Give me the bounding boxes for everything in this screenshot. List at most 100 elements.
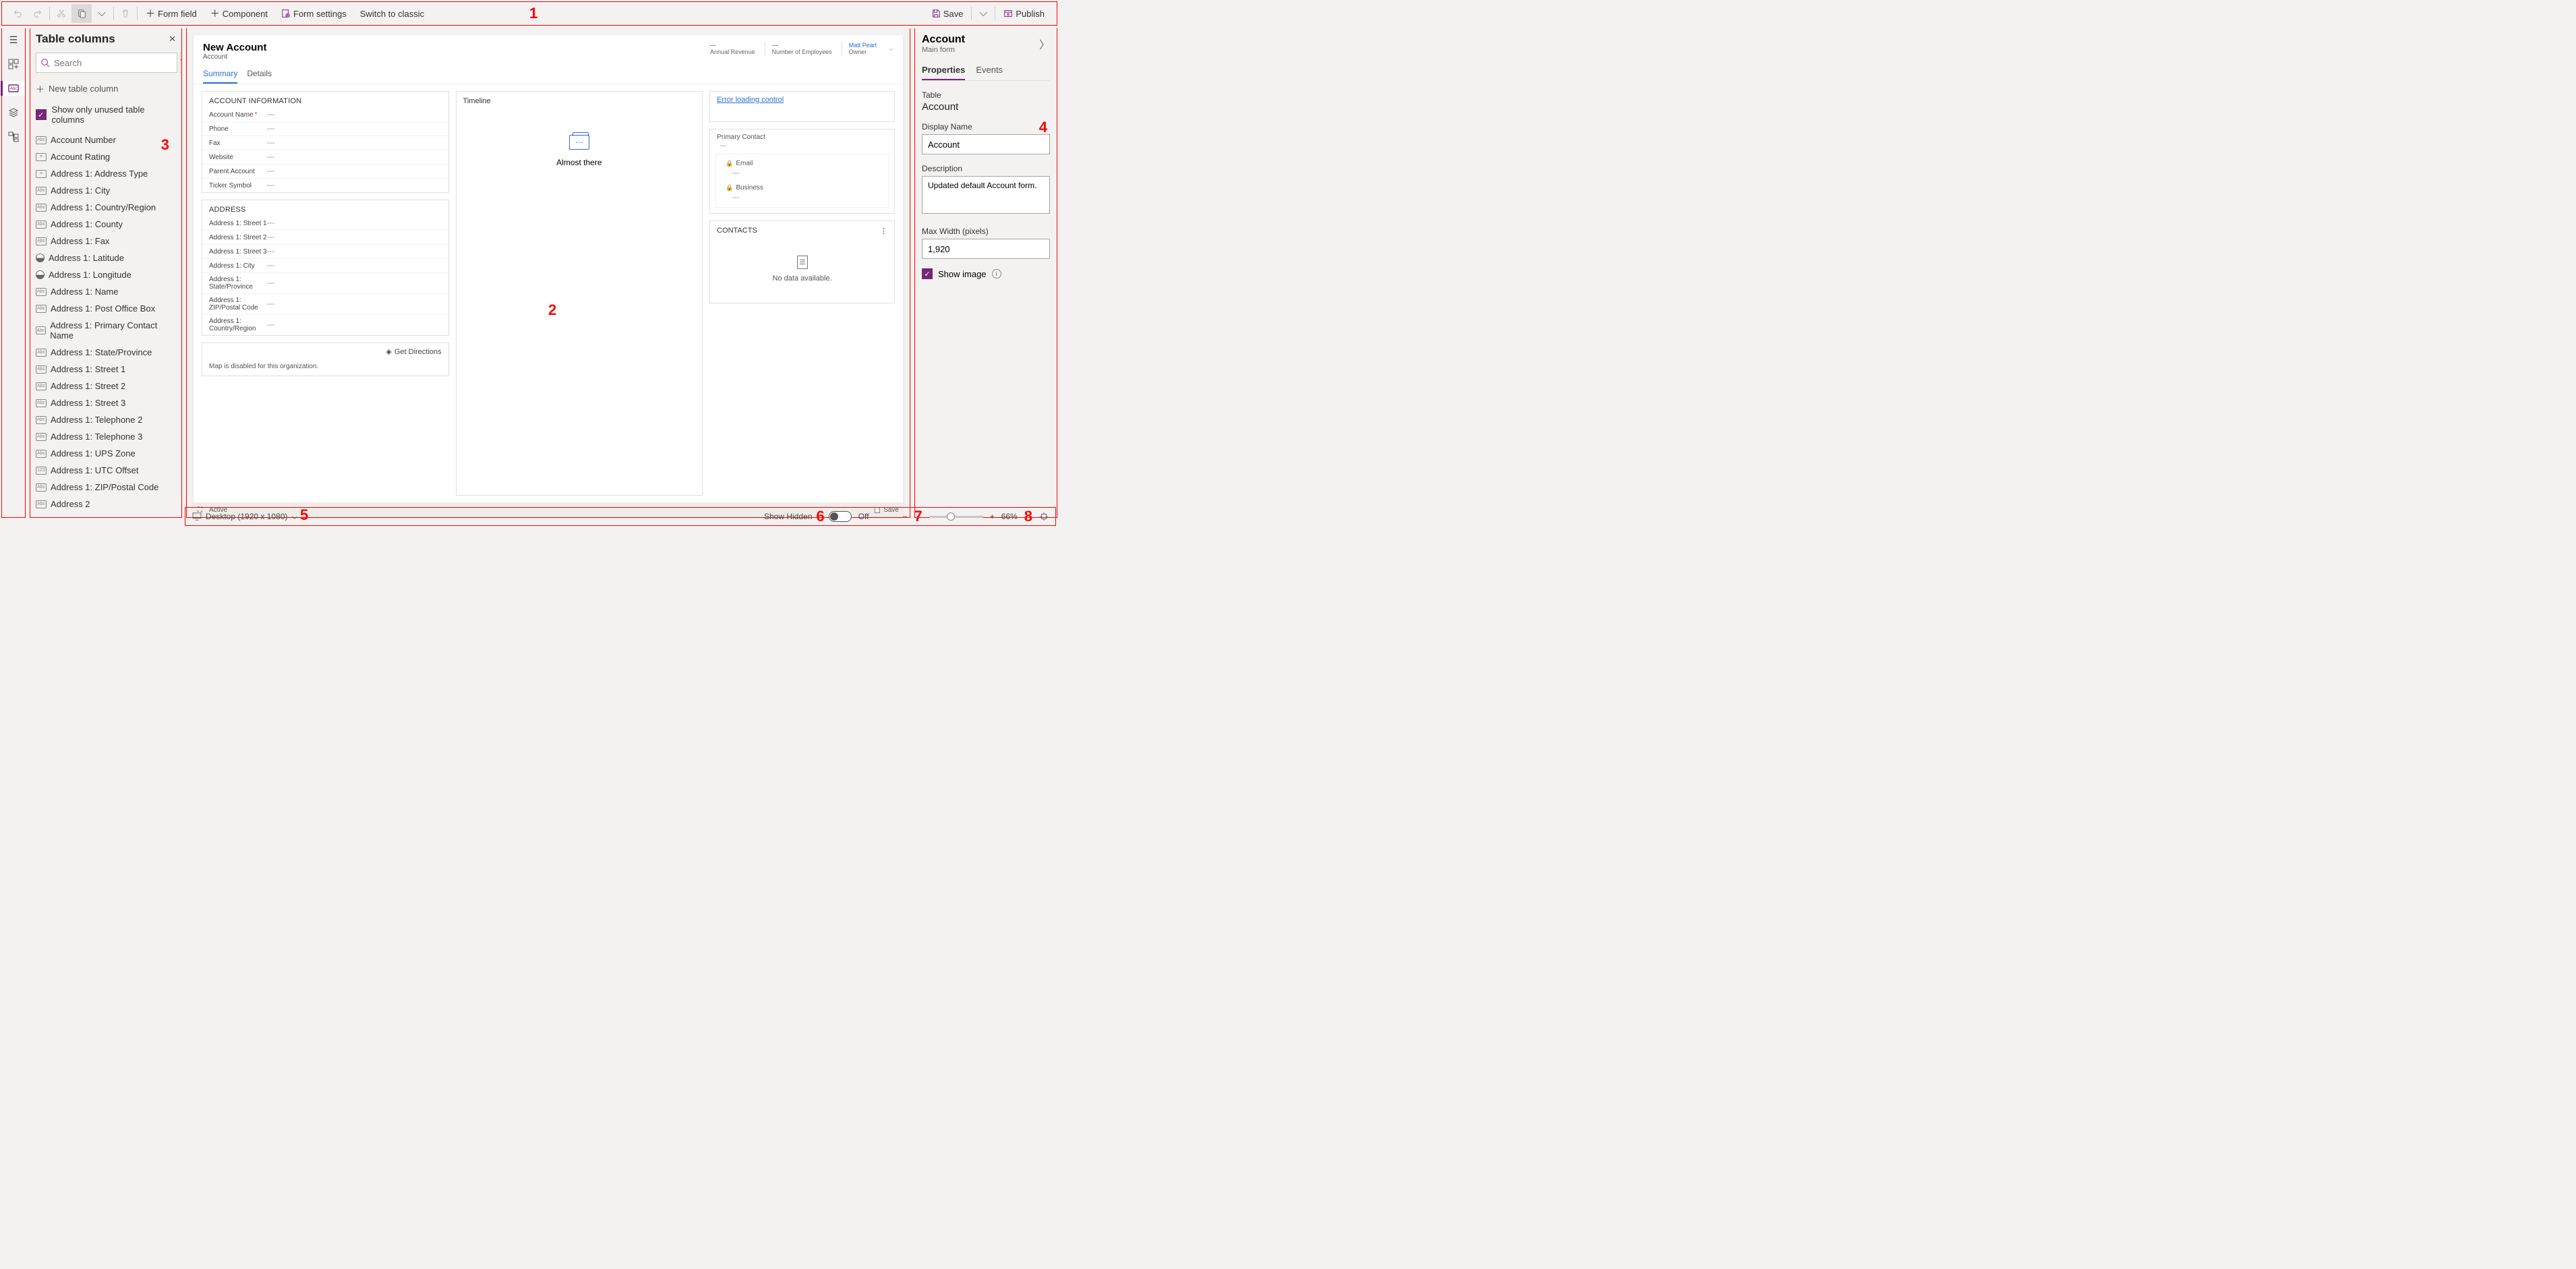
column-item[interactable]: AbcAddress 1: Street 1 — [36, 361, 176, 378]
tree-icon[interactable] — [6, 129, 21, 144]
filter-button[interactable]: ⌵ — [180, 53, 182, 73]
show-hidden-toggle[interactable] — [829, 511, 852, 522]
column-item[interactable]: AbcAccount Number — [36, 131, 176, 148]
form-entity: Account — [203, 53, 266, 61]
column-item[interactable]: AbcAddress 1: State/Province — [36, 344, 176, 361]
column-item[interactable]: 123Address 1: UTC Offset — [36, 462, 176, 479]
error-card[interactable]: Error loading control — [709, 91, 895, 122]
tab-details[interactable]: Details — [247, 65, 272, 84]
section-timeline[interactable]: Timeline Almost there — [456, 91, 703, 496]
section-account-info[interactable]: ACCOUNT INFORMATION Account Name*---Phon… — [202, 91, 449, 193]
component-button[interactable]: ＋Component — [204, 4, 274, 23]
info-icon[interactable]: i — [992, 269, 1001, 278]
form-field[interactable]: Account Name*--- — [202, 108, 448, 122]
paste-chevron[interactable]: ⌵ — [92, 4, 112, 23]
undo-button[interactable] — [7, 4, 28, 23]
search-field[interactable] — [54, 58, 173, 68]
description-input[interactable] — [922, 176, 1050, 214]
maxw-label: Max Width (pixels) — [922, 227, 1050, 236]
form-field[interactable]: Fax--- — [202, 136, 448, 150]
header-collapse-icon[interactable]: ⌵ — [889, 45, 894, 53]
form-field[interactable]: Address 1: Street 3--- — [202, 245, 448, 259]
collapse-props-icon[interactable]: 〉 — [1039, 36, 1050, 52]
zoom-out-button[interactable]: − — [902, 512, 907, 521]
column-item[interactable]: AbcAddress 1: Country/Region — [36, 199, 176, 216]
hamburger-icon[interactable]: ☰ — [6, 32, 21, 47]
section-map[interactable]: ◈Get Directions Map is disabled for this… — [202, 343, 449, 376]
column-item[interactable]: AbcAddress 1: City — [36, 182, 176, 199]
props-sub: Main form — [922, 46, 965, 54]
search-input[interactable] — [36, 53, 177, 73]
column-item[interactable]: Address 1: Latitude — [36, 249, 176, 266]
column-item[interactable]: ≡Address 1: Address Type — [36, 165, 176, 182]
column-item[interactable]: AbcAddress 1: Telephone 2 — [36, 411, 176, 428]
column-item[interactable]: AbcAddress 2 — [36, 496, 176, 512]
column-item[interactable]: AbcAddress 1: ZIP/Postal Code — [36, 479, 176, 496]
form-field[interactable]: Address 1: State/Province--- — [202, 273, 448, 294]
form-field[interactable]: Address 1: Country/Region--- — [202, 315, 448, 335]
redo-button[interactable] — [28, 4, 48, 23]
form-field[interactable]: Address 1: Street 1--- — [202, 216, 448, 231]
new-column-button[interactable]: ＋New table column — [36, 82, 176, 95]
column-item[interactable]: AbcAddress 1: Primary Contact Name — [36, 317, 176, 344]
column-list[interactable]: AbcAccount Number≡Account Rating≡Address… — [36, 131, 176, 518]
zoom-in-button[interactable]: + — [990, 512, 995, 521]
zoom-slider[interactable] — [929, 516, 983, 518]
maxw-input[interactable] — [922, 239, 1050, 259]
column-item[interactable]: AbcAddress 1: Name — [36, 283, 176, 300]
table-value: Account — [922, 101, 1050, 113]
save-chevron[interactable]: ⌵ — [973, 4, 993, 23]
tab-properties[interactable]: Properties — [922, 61, 965, 80]
section-address[interactable]: ADDRESS Address 1: Street 1---Address 1:… — [202, 200, 449, 336]
save-button[interactable]: Save — [925, 4, 970, 23]
column-item[interactable]: AbcAddress 1: Street 3 — [36, 394, 176, 411]
layers-icon[interactable] — [6, 105, 21, 120]
form-field[interactable]: Parent Account--- — [202, 165, 448, 179]
columns-icon[interactable]: Abc — [1, 81, 25, 96]
column-item[interactable]: AbcAddress 1: Fax — [36, 233, 176, 249]
properties-panel: Account Main form 〉 Properties Events Ta… — [914, 28, 1057, 518]
column-item[interactable]: AbcAddress 1: Street 2 — [36, 378, 176, 394]
get-directions-link[interactable]: ◈Get Directions — [202, 343, 448, 360]
device-selector[interactable]: Desktop (1920 x 1080) ⌵ — [192, 512, 298, 522]
form-field[interactable]: Ticker Symbol--- — [202, 179, 448, 192]
column-item[interactable]: AbcAddress 1: Telephone 3 — [36, 428, 176, 445]
form-canvas[interactable]: New Account Account --- Annual Revenue -… — [194, 35, 903, 517]
lock-icon: 🔒 — [726, 184, 733, 191]
display-name-input[interactable] — [922, 134, 1050, 154]
form-title: New Account — [203, 42, 266, 53]
components-icon[interactable] — [6, 57, 21, 71]
publish-button[interactable]: Publish — [997, 4, 1051, 23]
column-item[interactable]: AbcAddress 1: Post Office Box — [36, 300, 176, 317]
primary-contact-card[interactable]: Primary Contact --- 🔒Email --- 🔒Business… — [709, 129, 895, 214]
form-field[interactable]: Address 1: City--- — [202, 259, 448, 273]
tab-summary[interactable]: Summary — [203, 65, 237, 84]
paste-button[interactable] — [71, 4, 92, 23]
column-item[interactable]: AbcAddress 1: County — [36, 216, 176, 233]
delete-button[interactable] — [115, 4, 136, 23]
switch-classic-button[interactable]: Switch to classic — [353, 4, 431, 23]
form-field-button[interactable]: ＋Form field — [139, 4, 204, 23]
form-field[interactable]: Phone--- — [202, 122, 448, 136]
error-link[interactable]: Error loading control — [710, 92, 894, 108]
form-settings-button[interactable]: Form settings — [274, 4, 353, 23]
column-item[interactable]: ≡Account Rating — [36, 148, 176, 165]
more-icon[interactable]: ⋮ — [880, 227, 887, 235]
show-image-checkbox[interactable]: ✓ Show image i — [922, 268, 1050, 279]
tab-events[interactable]: Events — [976, 61, 1003, 80]
left-rail: ☰ Abc — [1, 28, 26, 518]
column-item[interactable]: ≡Address 2: Address Type — [36, 512, 176, 518]
column-item[interactable]: Address 1: Longitude — [36, 266, 176, 283]
close-icon[interactable]: ✕ — [169, 34, 176, 45]
column-item[interactable]: AbcAddress 1: UPS Zone — [36, 445, 176, 462]
form-field[interactable]: Address 1: ZIP/Postal Code--- — [202, 294, 448, 315]
contacts-card[interactable]: CONTACTS⋮ No data available. — [709, 220, 895, 303]
table-columns-panel: Table columns ✕ ⌵ ＋New table column ✓ Sh… — [30, 28, 182, 518]
unused-label: Show only unused table columns — [52, 105, 176, 125]
form-field[interactable]: Website--- — [202, 150, 448, 165]
form-field[interactable]: Address 1: Street 2--- — [202, 231, 448, 245]
show-unused-checkbox[interactable]: ✓ Show only unused table columns — [36, 105, 176, 125]
component-label: Component — [223, 9, 268, 19]
cut-button[interactable] — [51, 4, 71, 23]
fit-button[interactable] — [1039, 512, 1049, 521]
